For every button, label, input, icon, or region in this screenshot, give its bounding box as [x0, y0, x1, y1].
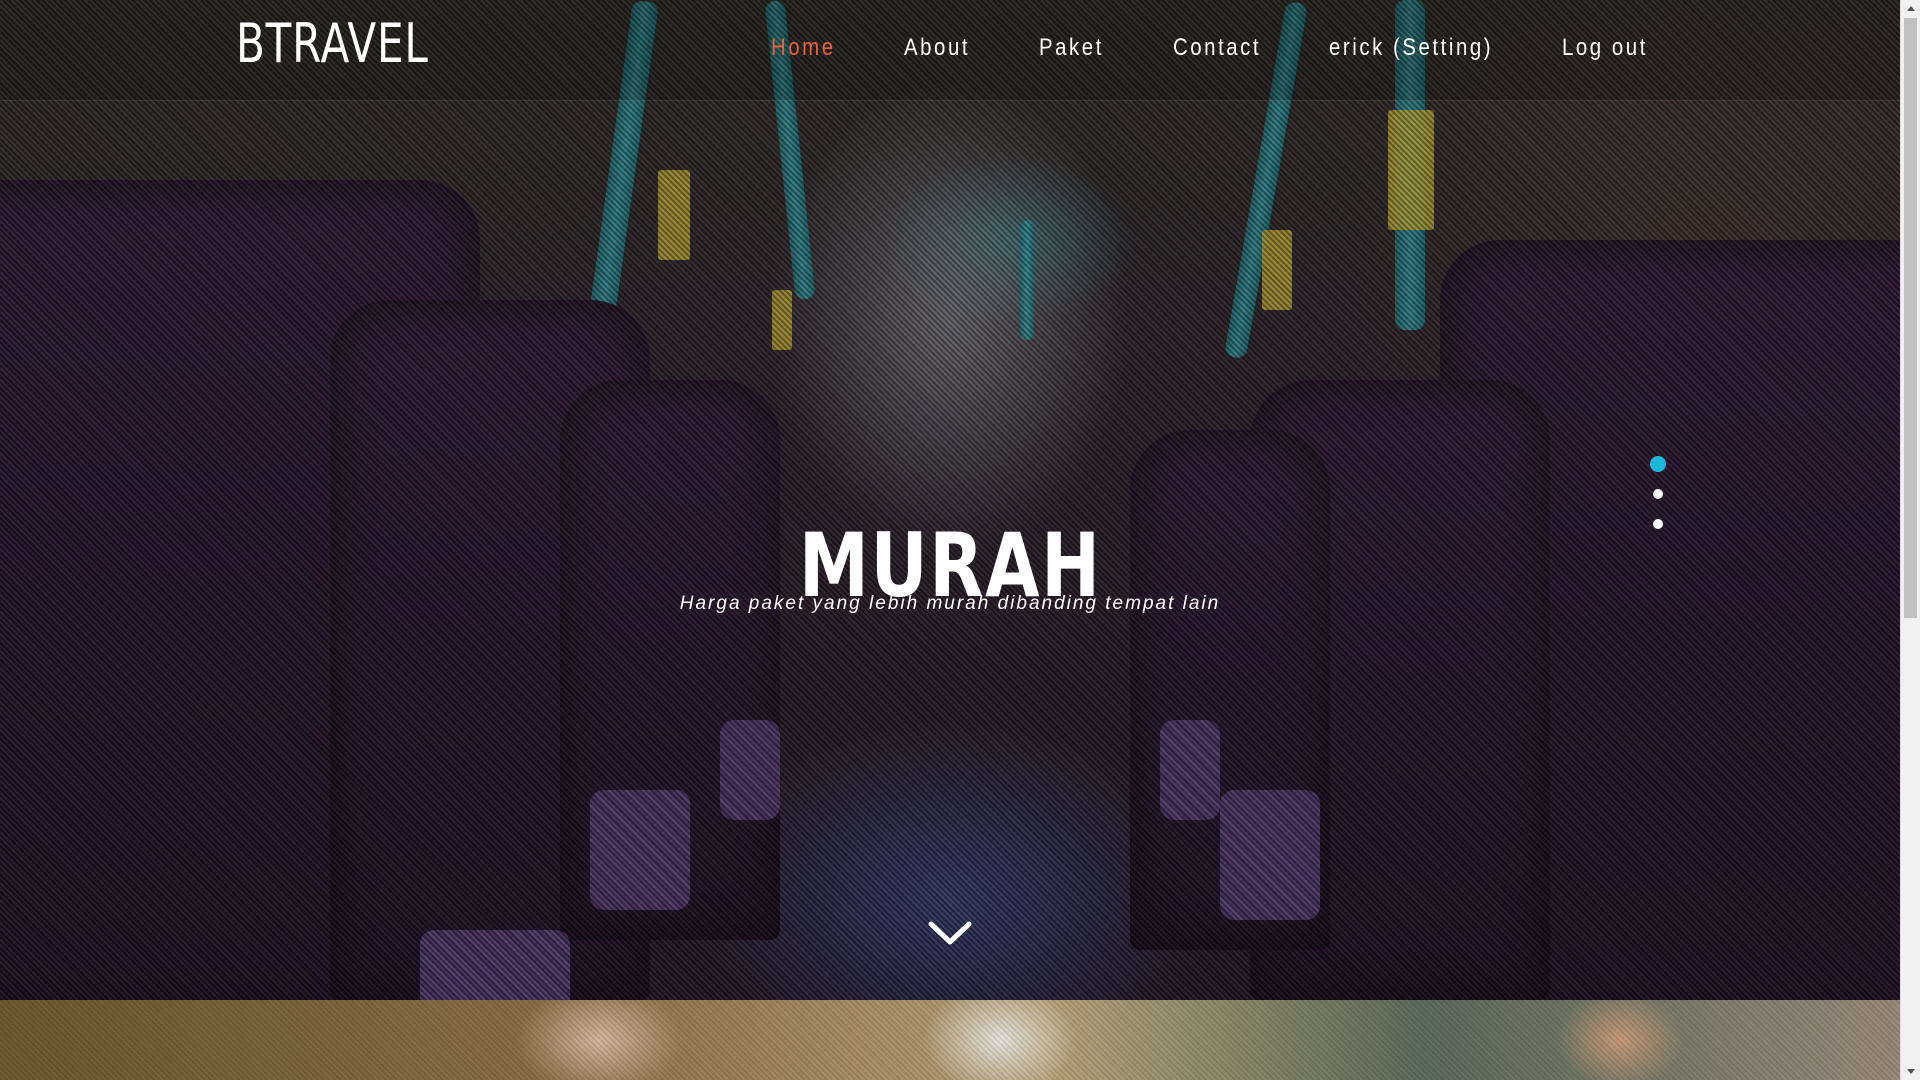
background-cushion: [590, 790, 690, 910]
scroll-up-arrow[interactable]: [1901, 0, 1920, 18]
nav-menu: Home About Paket Contact erick (Setting)…: [0, 34, 1900, 66]
background-cushion: [1160, 720, 1220, 820]
slider-dot-1[interactable]: [1650, 456, 1666, 472]
next-section-image: [0, 1000, 1900, 1080]
slider-dots: [1648, 456, 1668, 536]
background-cushion: [720, 720, 780, 820]
background-strap: [658, 170, 690, 260]
chevron-down-icon: [928, 921, 972, 945]
nav-item-logout[interactable]: Log out: [1562, 34, 1648, 62]
background-strap: [1262, 230, 1292, 310]
vertical-scrollbar[interactable]: [1900, 0, 1920, 1080]
caret-up-icon: [1907, 6, 1915, 11]
caret-down-icon: [1907, 1069, 1915, 1074]
background-cushion: [1220, 790, 1320, 920]
navbar: BTRAVEL Home About Paket Contact erick (…: [0, 0, 1900, 101]
slider-dot-2[interactable]: [1653, 489, 1663, 499]
next-section-pattern: [0, 1000, 1900, 1080]
background-cushion: [420, 930, 570, 1000]
nav-item-about[interactable]: About: [904, 34, 970, 62]
nav-item-contact[interactable]: Contact: [1173, 34, 1261, 62]
background-strap: [772, 290, 792, 350]
scroll-down-arrow[interactable]: [1901, 1062, 1920, 1080]
background-pole: [1020, 220, 1034, 340]
nav-item-paket[interactable]: Paket: [1039, 34, 1104, 62]
nav-item-home[interactable]: Home: [771, 34, 836, 62]
scroll-down-button[interactable]: [928, 918, 972, 948]
nav-item-user-setting[interactable]: erick (Setting): [1329, 34, 1493, 62]
background-strap: [1388, 110, 1434, 230]
scrollbar-thumb[interactable]: [1904, 18, 1917, 618]
slider-dot-3[interactable]: [1653, 519, 1663, 529]
hero-slider: MURAH Harga paket yang lebih murah diban…: [0, 0, 1900, 1000]
hero-subtitle: Harga paket yang lebih murah dibanding t…: [679, 593, 1221, 614]
page: MURAH Harga paket yang lebih murah diban…: [0, 0, 1920, 1080]
